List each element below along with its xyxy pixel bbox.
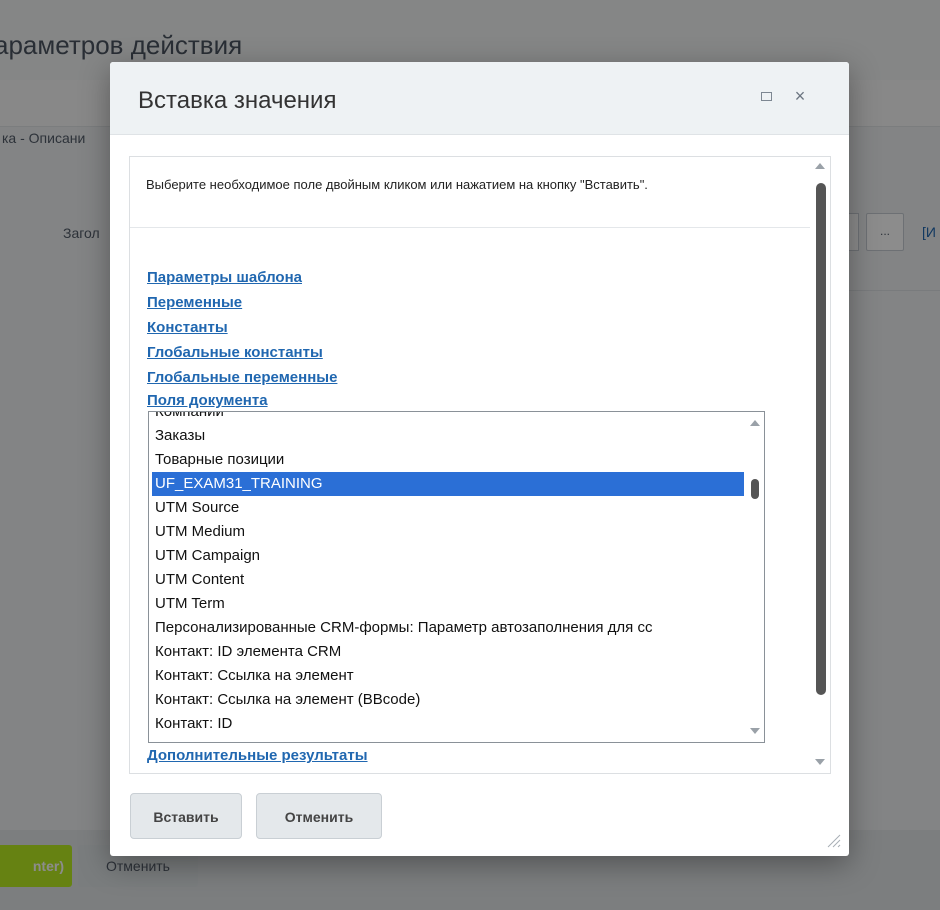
list-item[interactable]: UTM Campaign xyxy=(155,544,260,568)
dialog-content: Выберите необходимое поле двойным кликом… xyxy=(129,156,831,774)
link-additional-results[interactable]: Дополнительные результаты xyxy=(147,747,368,764)
insert-value-dialog: Вставка значения × Выберите необходимое … xyxy=(110,62,849,856)
close-icon[interactable]: × xyxy=(791,86,809,106)
list-item[interactable]: Контакт: ID элемента CRM xyxy=(155,640,341,664)
scroll-down-arrow-icon[interactable] xyxy=(750,728,760,734)
resize-grip-icon[interactable] xyxy=(820,827,842,849)
list-item[interactable]: UTM Term xyxy=(155,592,225,616)
content-scroll-thumb[interactable] xyxy=(816,183,826,695)
insert-button[interactable]: Вставить xyxy=(130,793,242,839)
list-item[interactable]: Товарные позиции xyxy=(155,448,284,472)
hint-separator xyxy=(130,227,810,228)
link-document-fields[interactable]: Поля документа xyxy=(147,392,268,409)
scroll-up-arrow-icon[interactable] xyxy=(750,420,760,426)
link-global-constants[interactable]: Глобальные константы xyxy=(147,344,323,361)
scroll-down-arrow-icon[interactable] xyxy=(815,759,825,765)
list-item[interactable]: Контакт: Ссылка на элемент (BBcode) xyxy=(155,688,420,712)
list-item[interactable]: UTM Source xyxy=(155,496,239,520)
listbox-scroll-thumb[interactable] xyxy=(751,479,759,499)
scroll-up-arrow-icon[interactable] xyxy=(815,163,825,169)
dialog-title: Вставка значения xyxy=(138,87,337,114)
dialog-hint: Выберите необходимое поле двойным кликом… xyxy=(146,177,648,192)
list-item[interactable]: Компании xyxy=(155,412,224,424)
link-variables[interactable]: Переменные xyxy=(147,294,242,311)
list-item[interactable]: UTM Medium xyxy=(155,520,245,544)
list-item[interactable]: UTM Content xyxy=(155,568,244,592)
dialog-header: Вставка значения × xyxy=(110,62,849,135)
list-item[interactable]: Заказы xyxy=(155,424,205,448)
list-item-selected[interactable]: UF_EXAM31_TRAINING xyxy=(155,472,323,496)
maximize-icon[interactable] xyxy=(761,92,772,101)
listbox-scrollbar[interactable] xyxy=(746,412,764,742)
list-item[interactable]: Контакт: Ссылка на элемент xyxy=(155,664,354,688)
link-global-variables[interactable]: Глобальные переменные xyxy=(147,369,337,386)
document-fields-listbox[interactable]: Компании Заказы Товарные позиции UF_EXAM… xyxy=(148,411,765,743)
cancel-button[interactable]: Отменить xyxy=(256,793,382,839)
list-item[interactable]: Контакт: ID xyxy=(155,712,232,736)
link-template-params[interactable]: Параметры шаблона xyxy=(147,269,302,286)
list-item[interactable]: Персонализированные CRM-формы: Параметр … xyxy=(155,616,652,640)
link-constants[interactable]: Константы xyxy=(147,319,228,336)
content-scrollbar[interactable] xyxy=(810,157,830,773)
